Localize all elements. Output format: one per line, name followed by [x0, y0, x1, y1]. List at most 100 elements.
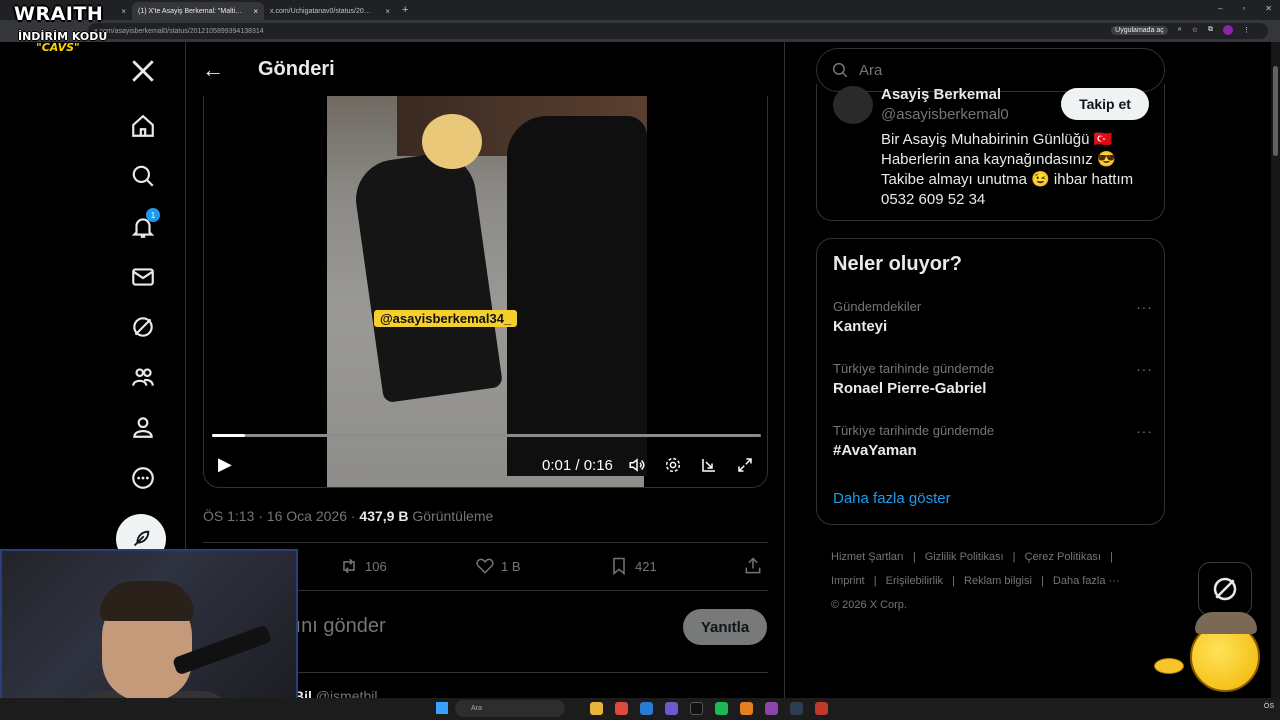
- footer-link-terms[interactable]: Hizmet Şartları: [831, 551, 904, 563]
- retweet-icon: [343, 558, 355, 574]
- like-button[interactable]: 1 B: [475, 556, 521, 576]
- view-count: 437,9 B: [359, 508, 409, 524]
- chrome-icon[interactable]: [615, 702, 628, 715]
- video-progress-bar[interactable]: [212, 434, 761, 437]
- trend-context: Gündemdekiler: [833, 299, 922, 314]
- grok-icon: [1213, 577, 1237, 601]
- extensions-icon[interactable]: ⧉: [1208, 26, 1213, 34]
- post-header: ← Gönderi: [186, 42, 784, 96]
- menu-icon[interactable]: ⋮: [1243, 26, 1250, 34]
- tab-close-icon[interactable]: ×: [253, 7, 258, 16]
- profile-avatar[interactable]: [1223, 25, 1233, 35]
- footer-link-privacy[interactable]: Gizlilik Politikası: [925, 551, 1004, 563]
- footer-link-more[interactable]: Daha fazla ···: [1053, 575, 1120, 587]
- divider: [203, 542, 768, 543]
- zoom-icon[interactable]: ⌕: [1178, 26, 1182, 34]
- feather-icon: [133, 530, 150, 547]
- url-text: x.com/asayisberkemal0/status/20121058993…: [94, 27, 264, 35]
- profile-icon[interactable]: [128, 412, 158, 442]
- retweet-count: 106: [365, 558, 387, 574]
- taskbar-search-text: Ara: [471, 705, 482, 712]
- settings-gear-icon[interactable]: [664, 456, 682, 479]
- edge-icon[interactable]: [640, 702, 653, 715]
- search-icon[interactable]: [128, 161, 158, 191]
- video-person-left: [350, 148, 504, 404]
- grok-floating-button[interactable]: [1198, 562, 1252, 616]
- bookmark-button[interactable]: 421: [609, 556, 657, 576]
- trend-item[interactable]: Türkiye tarihinde gündemde #AvaYaman ···: [833, 423, 1153, 459]
- app-icon[interactable]: [740, 702, 753, 715]
- footer-link-imprint[interactable]: Imprint: [831, 575, 865, 587]
- browser-tab-bar: × (1) X'te Asayiş Berkemal: "Malti… × x.…: [0, 0, 1280, 20]
- maximize-icon[interactable]: ▫: [1242, 4, 1245, 13]
- trend-name: Kanteyi: [833, 318, 888, 335]
- author-name[interactable]: Asayiş Berkemal: [881, 86, 1001, 103]
- app-icon[interactable]: [690, 702, 703, 715]
- close-window-icon[interactable]: ✕: [1265, 4, 1272, 13]
- browser-tab-2[interactable]: (1) X'te Asayiş Berkemal: "Malti… ×: [132, 2, 264, 20]
- app-icon[interactable]: [765, 702, 778, 715]
- reply-button[interactable]: Yanıtla: [683, 609, 767, 645]
- page-scrollbar[interactable]: [1271, 42, 1280, 700]
- messages-icon[interactable]: [128, 262, 158, 292]
- tab-close-icon[interactable]: ×: [385, 7, 390, 16]
- back-arrow-icon[interactable]: ←: [202, 57, 224, 83]
- tab-close-icon[interactable]: ×: [121, 7, 126, 16]
- coins-sticker: [1154, 658, 1184, 674]
- post-timestamp[interactable]: ÖS 1:13 · 16 Oca 2026 ·: [203, 508, 356, 524]
- bookmark-star-icon[interactable]: ☆: [1192, 26, 1198, 34]
- footer-link-accessibility[interactable]: Erişilebilirlik: [886, 575, 943, 587]
- app-icon[interactable]: [815, 702, 828, 715]
- show-more-link[interactable]: Daha fazla göster: [833, 490, 951, 507]
- trend-context: Türkiye tarihinde gündemde: [833, 361, 995, 376]
- pip-icon[interactable]: [700, 456, 718, 479]
- retweet-button[interactable]: 106: [339, 556, 387, 576]
- share-button[interactable]: [743, 556, 763, 576]
- reply-input[interactable]: tını gönder: [290, 615, 386, 638]
- footer-separator: |: [912, 551, 916, 563]
- more-options-icon[interactable]: ···: [1136, 299, 1153, 315]
- video-watermark: @asayisberkemal34_: [374, 310, 518, 327]
- new-tab-button[interactable]: +: [402, 4, 408, 16]
- fullscreen-icon[interactable]: [736, 456, 754, 479]
- spotify-icon[interactable]: [715, 702, 728, 715]
- follow-button[interactable]: Takip et: [1061, 88, 1149, 120]
- discount-code: "CAVS": [36, 41, 80, 54]
- emoji-hat: [1195, 612, 1257, 634]
- open-in-app-button[interactable]: Uygulamada aç: [1111, 25, 1168, 35]
- trend-item[interactable]: Gündemdekiler Kanteyi ···: [833, 299, 1153, 335]
- obs-icon[interactable]: [790, 702, 803, 715]
- windows-start-icon[interactable]: [436, 702, 448, 714]
- column-divider: [784, 42, 785, 720]
- discord-icon[interactable]: [665, 702, 678, 715]
- more-icon[interactable]: [128, 463, 158, 493]
- author-bio: Bir Asayiş Muhabirinin Günlüğü 🇹🇷 Haberl…: [881, 130, 1161, 210]
- file-explorer-icon[interactable]: [590, 702, 603, 715]
- heart-icon: [476, 558, 494, 574]
- footer-separator: |: [1012, 551, 1016, 563]
- play-icon[interactable]: ▶: [218, 454, 232, 475]
- search-placeholder: Ara: [859, 61, 883, 79]
- communities-icon[interactable]: [128, 362, 158, 392]
- author-avatar[interactable]: [833, 86, 873, 124]
- url-field[interactable]: x.com/asayisberkemal0/status/20121058993…: [88, 23, 1268, 39]
- bio-line: Bir Asayiş Muhabirinin Günlüğü 🇹🇷: [881, 131, 1113, 148]
- bio-line: Takibe almayı unutma 😉 ihbar hattım: [881, 171, 1134, 188]
- notifications-icon[interactable]: 1: [128, 208, 160, 242]
- footer-link-ads-info[interactable]: Reklam bilgisi: [964, 575, 1032, 587]
- x-logo-icon[interactable]: [128, 56, 158, 86]
- more-options-icon[interactable]: ···: [1136, 361, 1153, 377]
- more-options-icon[interactable]: ···: [1136, 423, 1153, 439]
- trend-item[interactable]: Türkiye tarihinde gündemde Ronael Pierre…: [833, 361, 1153, 397]
- browser-tab-3[interactable]: x.com/Uchigatanav0/status/20… ×: [264, 2, 396, 20]
- scrollbar-thumb[interactable]: [1273, 66, 1278, 156]
- taskbar-search[interactable]: Ara: [455, 700, 565, 717]
- video-player[interactable]: @asayisberkemal34_ ▶ 0:01 / 0:16: [203, 96, 768, 488]
- footer-link-cookies[interactable]: Çerez Politikası: [1025, 551, 1101, 563]
- home-icon[interactable]: [128, 111, 158, 141]
- minimize-icon[interactable]: –: [1218, 4, 1222, 13]
- grok-icon[interactable]: [128, 312, 158, 342]
- author-handle[interactable]: @asayisberkemal0: [881, 106, 1009, 123]
- volume-icon[interactable]: [628, 456, 646, 479]
- post-metadata: ÖS 1:13 · 16 Oca 2026 · 437,9 B Görüntül…: [203, 508, 493, 524]
